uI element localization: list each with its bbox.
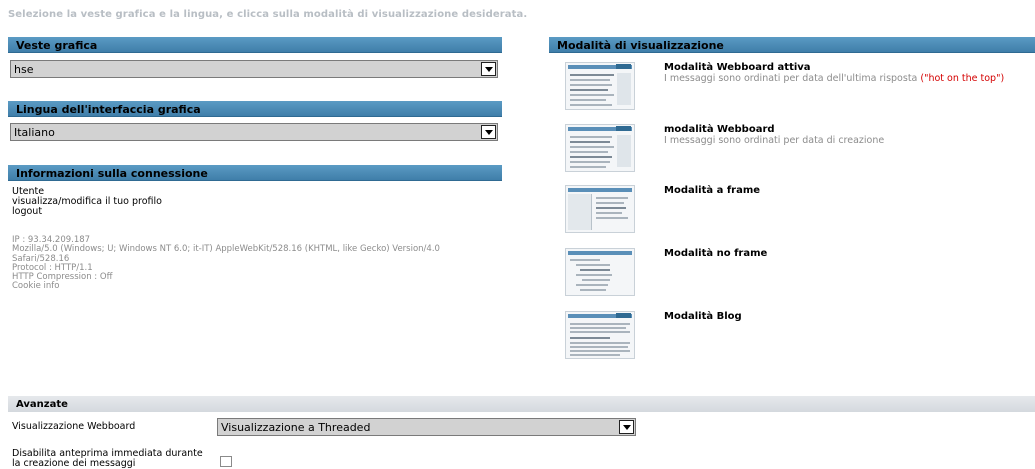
- disable-preview-label: Disabilita anteprima immediata durante l…: [12, 448, 203, 469]
- chevron-down-icon[interactable]: [619, 420, 634, 434]
- mode-thumbnail[interactable]: [565, 124, 635, 172]
- chevron-down-icon[interactable]: [481, 125, 496, 139]
- logout-link[interactable]: logout: [12, 207, 162, 217]
- webboard-view-select[interactable]: Visualizzazione a Threaded: [217, 418, 636, 436]
- mode-thumbnail[interactable]: [565, 248, 635, 296]
- theme-select-value: hse: [14, 63, 34, 76]
- advanced-section-header: Avanzate: [8, 396, 1035, 412]
- language-select[interactable]: Italiano: [10, 123, 498, 141]
- mode-title[interactable]: Modalità Blog: [664, 311, 742, 322]
- language-select-value: Italiano: [14, 126, 55, 139]
- webboard-view-label: Visualizzazione Webboard: [12, 421, 136, 432]
- cookie-info-link[interactable]: Cookie info: [12, 282, 502, 292]
- connection-info: IP : 93.34.209.187 Mozilla/5.0 (Windows;…: [12, 235, 502, 292]
- mode-thumbnail[interactable]: [565, 62, 635, 110]
- connection-links: Utente visualizza/modifica il tuo profil…: [12, 187, 162, 217]
- intro-text: Selezione la veste grafica e la lingua, …: [8, 9, 528, 20]
- mode-description: I messaggi sono ordinati per data dell'u…: [664, 73, 1005, 84]
- user-agent-info: Mozilla/5.0 (Windows; U; Windows NT 6.0;…: [12, 244, 440, 255]
- hot-on-top-label: ("hot on the top"): [920, 73, 1005, 84]
- disable-preview-checkbox[interactable]: [220, 456, 232, 467]
- mode-thumbnail[interactable]: [565, 185, 635, 233]
- display-modes-section-header: Modalità di visualizzazione: [549, 37, 1035, 53]
- connection-section-header: Informazioni sulla connessione: [8, 165, 502, 181]
- mode-title[interactable]: Modalità a frame: [664, 185, 760, 196]
- chevron-down-icon[interactable]: [481, 62, 496, 76]
- compression-info: HTTP Compression : Off: [12, 272, 113, 283]
- mode-title[interactable]: Modalità no frame: [664, 248, 767, 259]
- theme-select[interactable]: hse: [10, 60, 498, 78]
- language-section-header: Lingua dell'interfaccia grafica: [8, 101, 502, 117]
- webboard-view-select-value: Visualizzazione a Threaded: [221, 421, 371, 434]
- mode-title[interactable]: Modalità Webboard attiva: [664, 62, 811, 73]
- theme-section-header: Veste grafica: [8, 37, 502, 53]
- mode-thumbnail[interactable]: [565, 311, 635, 359]
- mode-title[interactable]: modalità Webboard: [664, 124, 775, 135]
- mode-description: I messaggi sono ordinati per data di cre…: [664, 135, 885, 146]
